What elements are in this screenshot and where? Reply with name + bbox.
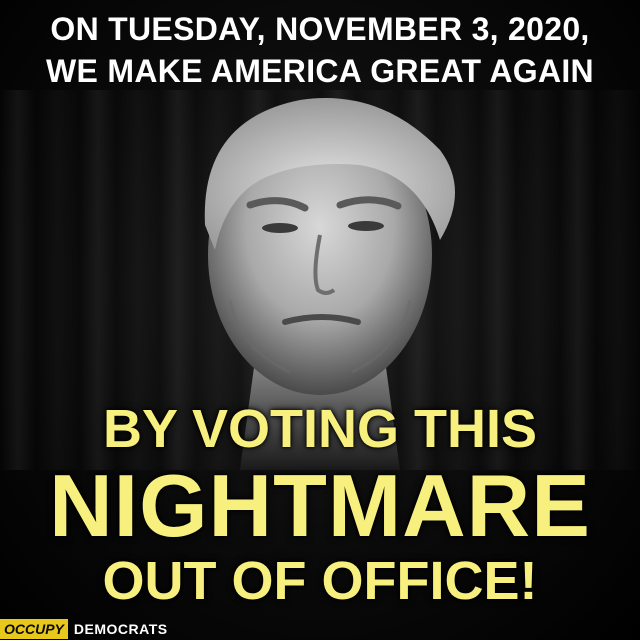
publisher-logo: OCCUPY DEMOCRATS [0,618,168,640]
slogan-line-2: NIGHTMARE [49,456,591,555]
logo-word-text: DEMOCRATS [73,621,168,637]
headline-line-1: ON TUESDAY, NOVEMBER 3, 2020, [50,11,590,47]
logo-box-text: OCCUPY [0,619,68,639]
headline-line-2: WE MAKE AMERICA GREAT AGAIN [46,53,594,89]
poster: ON TUESDAY, NOVEMBER 3, 2020, WE MAKE AM… [0,0,640,640]
slogan-line-1: BY VOTING THIS [102,399,538,459]
slogan-line-3: OUT OF OFFICE! [102,551,538,611]
top-headline: ON TUESDAY, NOVEMBER 3, 2020, WE MAKE AM… [0,8,640,92]
